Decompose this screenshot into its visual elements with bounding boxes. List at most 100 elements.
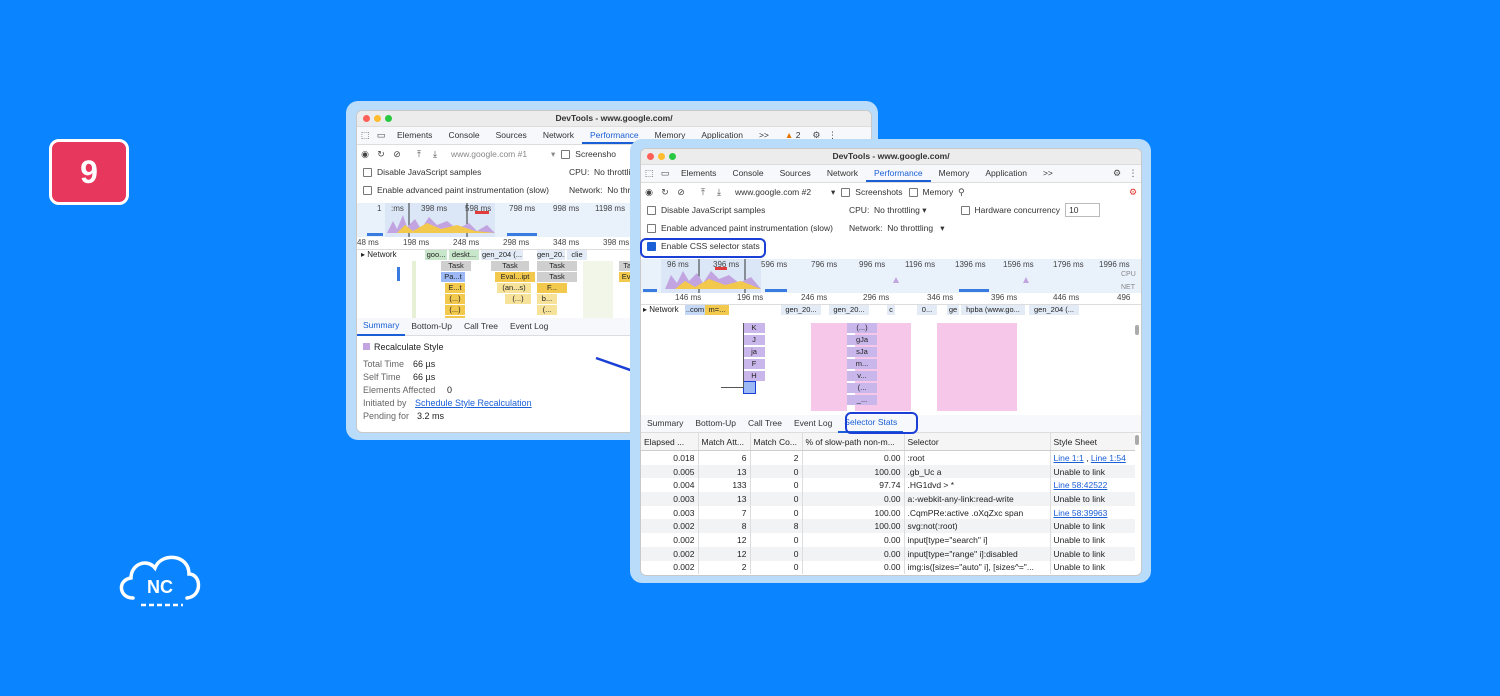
- flame-task[interactable]: Task: [441, 261, 471, 271]
- table-scrollbar[interactable]: [1135, 435, 1139, 445]
- flame-event[interactable]: [937, 323, 1017, 411]
- main-thread-flame-chart[interactable]: K J ja F H (...) gJa sJa m... v... (... …: [641, 317, 1141, 413]
- col-match-count[interactable]: Match Co...: [750, 433, 803, 451]
- table-row[interactable]: 0.018 6 2 0.00:root Line 1:1 , Line 1:54: [641, 450, 1135, 465]
- tab-network[interactable]: Network: [535, 127, 582, 144]
- network-request[interactable]: deskt...: [449, 250, 479, 260]
- vertical-scrollbar[interactable]: [1135, 325, 1139, 335]
- tab-summary[interactable]: Summary: [641, 415, 689, 432]
- table-row[interactable]: 0.002 2 0 0.00 img:is([sizes="auto" i], [siz…: [641, 560, 1135, 575]
- record-icon[interactable]: ◉: [641, 187, 657, 198]
- style-sheet-link[interactable]: Line 58:42522: [1054, 480, 1108, 490]
- flame-event[interactable]: H: [743, 371, 765, 381]
- disable-js-samples-checkbox[interactable]: [647, 205, 656, 215]
- network-track[interactable]: ▸ Network goo... deskt... gen_204 (... g…: [357, 250, 657, 261]
- network-request[interactable]: m=...: [705, 305, 729, 315]
- tab-application[interactable]: Application: [977, 165, 1035, 182]
- reload-record-icon[interactable]: ↻: [373, 149, 389, 160]
- table-row[interactable]: 0.003 13 0 0.00 a:-webkit-any-link:read-writ…: [641, 492, 1135, 506]
- table-row[interactable]: 0.002 12 0 0.00 input[type="search" i] Unable…: [641, 533, 1135, 547]
- tab-elements[interactable]: Elements: [389, 127, 440, 144]
- flame-event[interactable]: Eval...ipt: [495, 272, 535, 282]
- flame-event[interactable]: gJa: [847, 335, 877, 345]
- network-request[interactable]: 0...: [917, 305, 937, 315]
- cpu-throttle-select[interactable]: No throttling: [874, 205, 920, 215]
- col-match-attempts[interactable]: Match Att...: [698, 433, 751, 451]
- network-request[interactable]: gen_20...: [537, 250, 565, 260]
- table-row[interactable]: 0.002 12 0 0.00 input[type="range" i]:disabl…: [641, 546, 1135, 561]
- flame-event[interactable]: Pa...t: [441, 272, 465, 282]
- tab-network[interactable]: Network: [819, 165, 866, 182]
- flame-task[interactable]: Task: [491, 261, 529, 271]
- initiator-link[interactable]: Schedule Style Recalculation: [415, 398, 532, 408]
- network-request[interactable]: goo...: [425, 250, 447, 260]
- flame-event[interactable]: (...): [847, 323, 877, 333]
- advanced-paint-checkbox[interactable]: [647, 223, 656, 233]
- network-request[interactable]: ..com: [685, 305, 705, 315]
- tab-bottom-up[interactable]: Bottom-Up: [689, 415, 742, 432]
- style-sheet-link[interactable]: Line 1:54: [1091, 453, 1126, 463]
- advanced-paint-checkbox[interactable]: [363, 185, 372, 195]
- tab-performance[interactable]: Performance: [866, 165, 931, 182]
- flame-event[interactable]: (...: [537, 305, 557, 315]
- disable-js-samples-checkbox[interactable]: [363, 167, 372, 177]
- network-request[interactable]: c: [887, 305, 895, 315]
- flame-event[interactable]: (...): [505, 294, 531, 304]
- recording-select[interactable]: www.google.com #2: [735, 187, 831, 197]
- garbage-collect-icon[interactable]: ⚲: [953, 187, 969, 198]
- flame-task[interactable]: Task: [537, 261, 577, 271]
- tab-sources[interactable]: Sources: [772, 165, 819, 182]
- flame-event[interactable]: _...: [847, 395, 877, 405]
- hardware-concurrency-input[interactable]: 10: [1065, 203, 1101, 217]
- table-row[interactable]: 0.005 13 0 100.00 .gb_Uc a Unable to link: [641, 464, 1135, 479]
- inspect-element-icon[interactable]: ⬚: [641, 168, 657, 179]
- more-tabs-button[interactable]: >>: [1035, 165, 1061, 182]
- network-throttle-select[interactable]: No throttling: [887, 223, 933, 233]
- upload-icon[interactable]: ⤒: [411, 149, 427, 160]
- flame-event[interactable]: E...t: [445, 283, 465, 293]
- flame-event[interactable]: K: [743, 323, 765, 333]
- table-row[interactable]: 0.004 133 0 97.74 .HG1dvd > * Line 58:42522: [641, 478, 1135, 493]
- style-sheet-link[interactable]: Line 1:1: [1054, 453, 1084, 463]
- flame-event[interactable]: b...: [537, 294, 557, 304]
- timeline-overview[interactable]: 96 ms 396 ms 596 ms 796 ms 996 ms 1196 m…: [641, 259, 1141, 293]
- tab-bottom-up[interactable]: Bottom-Up: [405, 318, 458, 335]
- network-request[interactable]: gen_20...: [781, 305, 821, 315]
- reload-record-icon[interactable]: ↻: [657, 187, 673, 198]
- flame-event[interactable]: v...: [847, 371, 877, 381]
- hardware-concurrency-checkbox[interactable]: [960, 205, 970, 215]
- flame-event[interactable]: sJa: [847, 347, 877, 357]
- network-request[interactable]: ge: [947, 305, 959, 315]
- tab-event-log[interactable]: Event Log: [504, 318, 554, 335]
- selected-flame-event[interactable]: [743, 381, 756, 394]
- clear-icon[interactable]: ⊘: [389, 149, 405, 160]
- tab-elements[interactable]: Elements: [673, 165, 724, 182]
- tab-event-log[interactable]: Event Log: [788, 415, 838, 432]
- tab-console[interactable]: Console: [724, 165, 771, 182]
- capture-settings-gear-icon[interactable]: ⚙: [1125, 187, 1141, 198]
- network-request[interactable]: clie: [567, 250, 587, 260]
- col-selector[interactable]: Selector: [904, 433, 1051, 451]
- record-icon[interactable]: ◉: [357, 149, 373, 160]
- tab-call-tree[interactable]: Call Tree: [458, 318, 504, 335]
- flame-event[interactable]: ja: [743, 347, 765, 357]
- style-sheet-link[interactable]: Line 58:39963: [1054, 508, 1108, 518]
- col-elapsed[interactable]: Elapsed ...: [641, 433, 699, 451]
- network-track[interactable]: ▸ Network ..com m=... gen_20... gen_20..…: [641, 305, 1141, 316]
- main-thread-flame-chart[interactable]: Task Task Task Task Pa...t Eval...ipt Ta…: [357, 261, 657, 321]
- flame-event[interactable]: J: [743, 335, 765, 345]
- table-row[interactable]: 0.002 8 8 100.00 svg:not(:root) Unable to lin…: [641, 519, 1135, 534]
- upload-icon[interactable]: ⤒: [695, 187, 711, 198]
- device-toolbar-icon[interactable]: ▭: [657, 168, 673, 179]
- flame-event[interactable]: (...: [847, 383, 877, 393]
- inspect-element-icon[interactable]: ⬚: [357, 130, 373, 141]
- tab-call-tree[interactable]: Call Tree: [742, 415, 788, 432]
- flame-event[interactable]: m...: [847, 359, 877, 369]
- tab-summary[interactable]: Summary: [357, 317, 406, 336]
- download-icon[interactable]: ⤓: [427, 149, 443, 160]
- memory-checkbox[interactable]: [908, 187, 918, 197]
- clear-icon[interactable]: ⊘: [673, 187, 689, 198]
- col-style-sheet[interactable]: Style Sheet: [1050, 433, 1135, 451]
- network-request[interactable]: gen_204 (...: [481, 250, 523, 260]
- device-toolbar-icon[interactable]: ▭: [373, 130, 389, 141]
